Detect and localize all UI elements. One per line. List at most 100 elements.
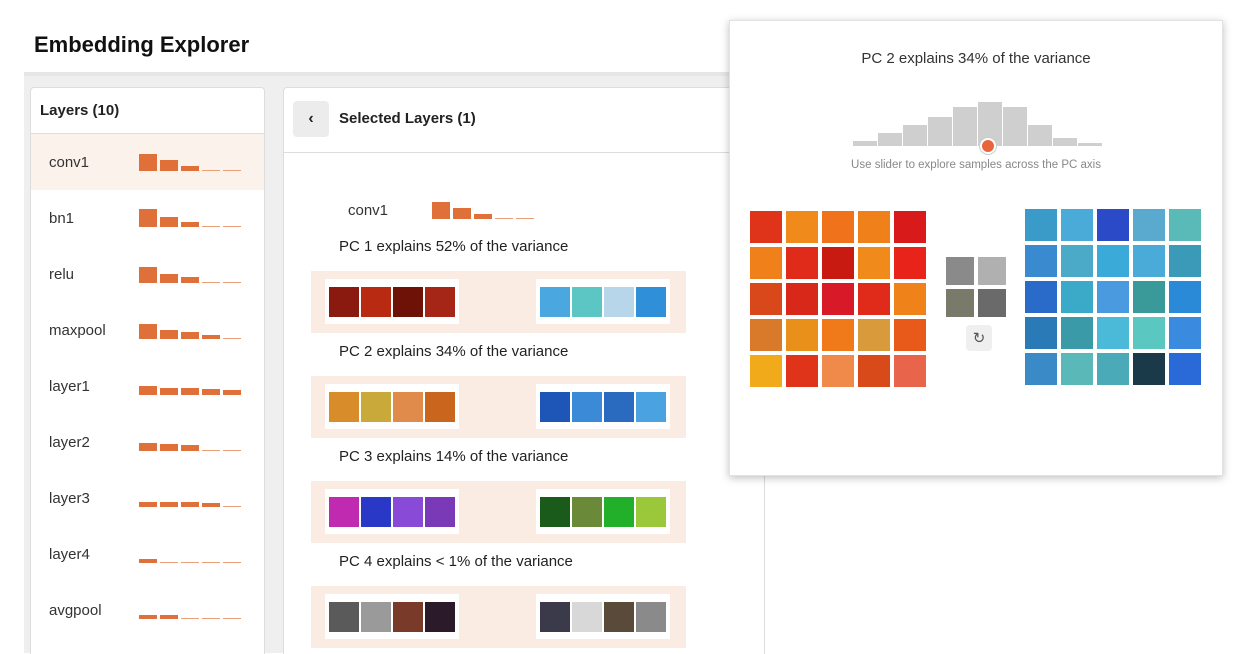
pc-sample-strip[interactable]: [311, 481, 686, 543]
sample-thumbnail[interactable]: [1025, 209, 1057, 241]
sample-thumbnail[interactable]: [1133, 281, 1165, 313]
sample-thumbnail[interactable]: [572, 286, 602, 317]
sample-thumbnail[interactable]: [1133, 209, 1165, 241]
sample-thumbnail[interactable]: [894, 247, 926, 279]
sample-thumbnail[interactable]: [636, 496, 666, 527]
sample-thumbnail[interactable]: [786, 211, 818, 243]
layer-item[interactable]: conv1: [31, 134, 264, 190]
sample-thumbnail[interactable]: [1169, 281, 1201, 313]
sample-thumbnail[interactable]: [636, 286, 666, 317]
sample-thumbnail[interactable]: [425, 601, 455, 632]
sample-thumbnail[interactable]: [946, 289, 974, 317]
sample-thumbnail[interactable]: [636, 601, 666, 632]
sample-thumbnail[interactable]: [361, 496, 391, 527]
sample-thumbnail[interactable]: [946, 257, 974, 285]
layer-item[interactable]: layer4: [31, 526, 264, 582]
sample-thumbnail[interactable]: [822, 283, 854, 315]
refresh-icon[interactable]: ↻: [966, 325, 992, 351]
sample-thumbnail[interactable]: [572, 391, 602, 422]
sample-thumbnail[interactable]: [540, 601, 570, 632]
sample-thumbnail[interactable]: [750, 211, 782, 243]
sample-thumbnail[interactable]: [1133, 317, 1165, 349]
sample-thumbnail[interactable]: [750, 319, 782, 351]
sample-thumbnail[interactable]: [786, 247, 818, 279]
sample-thumbnail[interactable]: [361, 391, 391, 422]
sample-thumbnail[interactable]: [604, 391, 634, 422]
sample-thumbnail[interactable]: [786, 283, 818, 315]
sample-thumbnail[interactable]: [393, 496, 423, 527]
sample-thumbnail[interactable]: [978, 289, 1006, 317]
sample-thumbnail[interactable]: [894, 355, 926, 387]
pc-sample-strip[interactable]: [311, 586, 686, 648]
sample-thumbnail[interactable]: [1097, 209, 1129, 241]
layer-item[interactable]: avgpool: [31, 582, 264, 638]
sample-thumbnail[interactable]: [1025, 317, 1057, 349]
sample-thumbnail[interactable]: [636, 391, 666, 422]
layer-item[interactable]: bn1: [31, 190, 264, 246]
sample-thumbnail[interactable]: [786, 319, 818, 351]
layer-item[interactable]: relu: [31, 246, 264, 302]
sample-thumbnail[interactable]: [393, 391, 423, 422]
sample-thumbnail[interactable]: [425, 391, 455, 422]
sample-thumbnail[interactable]: [572, 496, 602, 527]
sample-thumbnail[interactable]: [1097, 281, 1129, 313]
sample-thumbnail[interactable]: [329, 601, 359, 632]
sample-thumbnail[interactable]: [1061, 281, 1093, 313]
sample-thumbnail[interactable]: [1061, 245, 1093, 277]
sample-thumbnail[interactable]: [822, 211, 854, 243]
sample-thumbnail[interactable]: [1169, 245, 1201, 277]
sample-thumbnail[interactable]: [1169, 317, 1201, 349]
sample-thumbnail[interactable]: [1061, 209, 1093, 241]
sample-thumbnail[interactable]: [604, 601, 634, 632]
pc-sample-strip[interactable]: [311, 271, 686, 333]
sample-thumbnail[interactable]: [425, 286, 455, 317]
sample-thumbnail[interactable]: [540, 496, 570, 527]
sample-thumbnail[interactable]: [822, 355, 854, 387]
sample-thumbnail[interactable]: [894, 283, 926, 315]
sample-thumbnail[interactable]: [1025, 281, 1057, 313]
sample-thumbnail[interactable]: [786, 355, 818, 387]
sample-thumbnail[interactable]: [1133, 245, 1165, 277]
sample-thumbnail[interactable]: [604, 286, 634, 317]
sample-thumbnail[interactable]: [425, 496, 455, 527]
sample-thumbnail[interactable]: [750, 355, 782, 387]
sample-thumbnail[interactable]: [1097, 353, 1129, 385]
sample-thumbnail[interactable]: [822, 319, 854, 351]
sample-thumbnail[interactable]: [750, 283, 782, 315]
sample-thumbnail[interactable]: [572, 601, 602, 632]
sample-thumbnail[interactable]: [1025, 245, 1057, 277]
sample-thumbnail[interactable]: [329, 496, 359, 527]
sample-thumbnail[interactable]: [540, 286, 570, 317]
sample-thumbnail[interactable]: [750, 247, 782, 279]
sample-thumbnail[interactable]: [1061, 353, 1093, 385]
sample-thumbnail[interactable]: [894, 211, 926, 243]
sample-thumbnail[interactable]: [858, 247, 890, 279]
layer-item[interactable]: layer1: [31, 358, 264, 414]
pc-slider-handle[interactable]: [980, 138, 996, 154]
layer-item[interactable]: layer3: [31, 470, 264, 526]
sample-thumbnail[interactable]: [361, 286, 391, 317]
sample-thumbnail[interactable]: [858, 211, 890, 243]
sample-thumbnail[interactable]: [1169, 353, 1201, 385]
sample-thumbnail[interactable]: [329, 286, 359, 317]
sample-thumbnail[interactable]: [978, 257, 1006, 285]
sample-thumbnail[interactable]: [540, 391, 570, 422]
sample-thumbnail[interactable]: [329, 391, 359, 422]
sample-thumbnail[interactable]: [858, 355, 890, 387]
sample-thumbnail[interactable]: [1097, 245, 1129, 277]
layer-item[interactable]: maxpool: [31, 302, 264, 358]
sample-thumbnail[interactable]: [361, 601, 391, 632]
sample-thumbnail[interactable]: [822, 247, 854, 279]
sample-thumbnail[interactable]: [393, 286, 423, 317]
sample-thumbnail[interactable]: [1097, 317, 1129, 349]
pc-sample-strip[interactable]: [311, 376, 686, 438]
sample-thumbnail[interactable]: [1061, 317, 1093, 349]
sample-thumbnail[interactable]: [858, 319, 890, 351]
back-button[interactable]: ‹: [293, 101, 329, 137]
sample-thumbnail[interactable]: [858, 283, 890, 315]
sample-thumbnail[interactable]: [393, 601, 423, 632]
sample-thumbnail[interactable]: [1133, 353, 1165, 385]
sample-thumbnail[interactable]: [1025, 353, 1057, 385]
sample-thumbnail[interactable]: [894, 319, 926, 351]
sample-thumbnail[interactable]: [1169, 209, 1201, 241]
